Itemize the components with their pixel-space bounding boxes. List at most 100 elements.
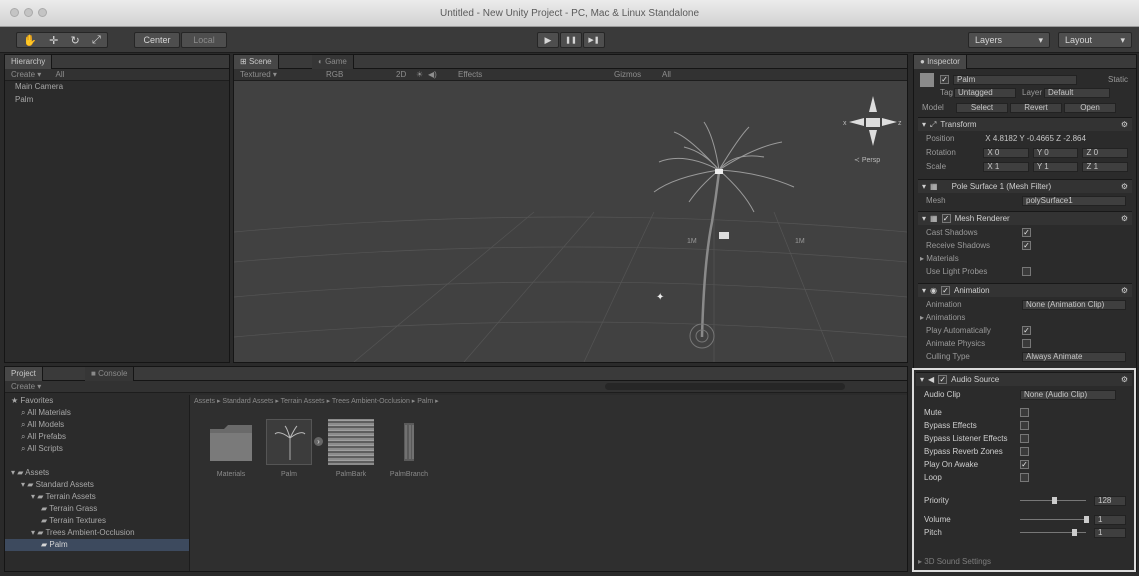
render-mode-dropdown[interactable]: RGB [326, 70, 343, 79]
project-tree-item[interactable]: ▾ ▰ Standard Assets [5, 479, 189, 491]
project-tree-item[interactable]: ▾ ▰ Assets [5, 467, 189, 479]
animations-foldout[interactable]: ▸ Animations [920, 313, 965, 322]
priority-slider-thumb[interactable] [1052, 497, 1057, 504]
pivot-toggle[interactable]: Center [134, 32, 180, 48]
scale-icon[interactable]: ⤢ [92, 34, 101, 47]
space-toggle[interactable]: Local [181, 32, 227, 48]
rotation-z-field[interactable]: Z 0 [1082, 147, 1129, 158]
light-probes-checkbox[interactable] [1022, 267, 1031, 276]
pause-button[interactable]: ❚❚ [560, 32, 582, 48]
audio-option-checkbox[interactable] [1020, 408, 1029, 417]
tag-dropdown[interactable]: Untagged [954, 87, 1016, 98]
play-auto-checkbox[interactable]: ✓ [1022, 326, 1031, 335]
gear-icon[interactable]: ⚙ [1121, 375, 1128, 384]
hierarchy-item[interactable]: Palm [5, 94, 229, 107]
audio-option-checkbox[interactable] [1020, 434, 1029, 443]
rotate-icon[interactable]: ↻ [71, 34, 80, 47]
volume-slider-thumb[interactable] [1084, 516, 1089, 523]
materials-foldout[interactable]: ▸ Materials [920, 254, 959, 263]
cast-shadows-checkbox[interactable]: ✓ [1022, 228, 1031, 237]
hierarchy-search[interactable]: All [55, 70, 64, 79]
layout-dropdown[interactable]: Layout ▾ [1058, 32, 1132, 48]
model-revert-button[interactable]: Revert [1010, 102, 1062, 113]
static-toggle[interactable]: Static [1108, 75, 1128, 84]
hierarchy-item[interactable]: Main Camera [5, 81, 229, 94]
project-tree-item[interactable]: ★ Favorites [5, 395, 189, 407]
audio-option-checkbox[interactable] [1020, 473, 1029, 482]
object-name-field[interactable]: Palm [953, 74, 1077, 85]
project-search-input[interactable] [605, 383, 845, 390]
model-open-button[interactable]: Open [1064, 102, 1116, 113]
project-tree-item[interactable]: ⌕ All Prefabs [5, 431, 189, 443]
asset-palm[interactable] [266, 419, 312, 465]
rotation-x-field[interactable]: X 0 [983, 147, 1029, 158]
audio-option-checkbox[interactable] [1020, 421, 1029, 430]
mesh-filter-header[interactable]: ▾ ▦ Pole Surface 1 (Mesh Filter) ⚙ [918, 179, 1132, 193]
tab-scene[interactable]: ⊞ Scene [234, 55, 279, 69]
tab-console[interactable]: ■ Console [85, 367, 135, 381]
move-icon[interactable]: ✛ [49, 34, 58, 47]
tab-project[interactable]: Project [5, 367, 43, 381]
step-button[interactable]: ▶❚ [583, 32, 605, 48]
gear-icon[interactable]: ⚙ [1121, 120, 1128, 129]
tab-inspector[interactable]: ● Inspector [914, 55, 967, 69]
project-tree-item[interactable]: ▰ Terrain Textures [5, 515, 189, 527]
gear-icon[interactable]: ⚙ [1121, 214, 1128, 223]
audio-option-checkbox[interactable] [1020, 447, 1029, 456]
asset-palmbranch[interactable] [386, 419, 432, 465]
active-checkbox[interactable]: ✓ [940, 75, 949, 84]
culling-type-dropdown[interactable]: Always Animate [1022, 351, 1126, 362]
project-tree-item[interactable]: ▰ Terrain Grass [5, 503, 189, 515]
lighting-icon[interactable]: ☀ [416, 70, 423, 79]
asset-palmbark[interactable] [328, 419, 374, 465]
scale-y-field[interactable]: Y 1 [1032, 161, 1079, 172]
tab-game[interactable]: ◐ Game [312, 55, 354, 69]
scale-x-field[interactable]: X 1 [983, 161, 1029, 172]
animation-header[interactable]: ▾ ◉ ✓ Animation ⚙ [918, 283, 1132, 297]
rotation-y-field[interactable]: Y 0 [1032, 147, 1079, 158]
mesh-renderer-enabled[interactable]: ✓ [941, 214, 951, 223]
animation-clip-field[interactable]: None (Animation Clip) [1022, 299, 1126, 310]
layers-dropdown[interactable]: Layers ▾ [968, 32, 1050, 48]
project-tree-item[interactable]: ▰ Palm [5, 539, 189, 551]
play-button[interactable]: ▶ [537, 32, 559, 48]
animate-physics-checkbox[interactable] [1022, 339, 1031, 348]
effects-dropdown[interactable]: Effects [458, 70, 482, 79]
volume-field[interactable]: 1 [1094, 514, 1126, 525]
mesh-field[interactable]: polySurface1 [1022, 195, 1126, 206]
model-select-button[interactable]: Select [956, 102, 1008, 113]
project-tree-item[interactable]: ⌕ All Materials [5, 407, 189, 419]
project-breadcrumb[interactable]: Assets ▸ Standard Assets ▸ Terrain Asset… [194, 397, 439, 405]
project-tree-item[interactable]: ⌕ All Scripts [5, 443, 189, 455]
scale-z-field[interactable]: Z 1 [1082, 161, 1129, 172]
asset-materials[interactable] [208, 419, 254, 465]
shading-dropdown[interactable]: Textured [240, 70, 271, 79]
scene-gizmo[interactable]: x z ≺ Persp [843, 96, 902, 164]
gear-icon[interactable]: ⚙ [1121, 182, 1128, 191]
priority-field[interactable]: 128 [1094, 495, 1126, 506]
project-tree-item[interactable]: ⌕ All Models [5, 419, 189, 431]
create-button[interactable]: Create [11, 70, 35, 79]
hand-icon[interactable]: ✋ [23, 34, 37, 47]
audio-source-enabled[interactable]: ✓ [938, 375, 948, 384]
position-field[interactable]: X 4.8182 Y -0.4665 Z -2.864 [982, 134, 1128, 144]
project-tree-item[interactable]: ▾ ▰ Terrain Assets [5, 491, 189, 503]
audio-clip-field[interactable]: None (Audio Clip) [1020, 389, 1116, 400]
expand-icon[interactable]: › [314, 437, 323, 446]
pitch-slider-thumb[interactable] [1072, 529, 1077, 536]
animation-enabled[interactable]: ✓ [941, 286, 950, 295]
gear-icon[interactable]: ⚙ [1121, 286, 1128, 295]
gizmos-dropdown[interactable]: Gizmos [614, 70, 641, 79]
volume-slider[interactable] [1020, 519, 1086, 520]
transform-header[interactable]: ▾ ⤢ Transform ⚙ [918, 117, 1132, 131]
palm-tree[interactable] [653, 121, 795, 349]
tab-hierarchy[interactable]: Hierarchy [5, 55, 53, 69]
create-button[interactable]: Create [11, 382, 35, 391]
project-tree-item[interactable]: ▾ ▰ Trees Ambient-Occlusion [5, 527, 189, 539]
scene-viewport[interactable]: 1M 1M ✦ x z ≺ Persp [234, 82, 907, 362]
2d-toggle[interactable]: 2D [396, 70, 406, 79]
receive-shadows-checkbox[interactable]: ✓ [1022, 241, 1031, 250]
audio-option-checkbox[interactable]: ✓ [1020, 460, 1029, 469]
audio-source-header[interactable]: ▾ ◀ ✓ Audio Source ⚙ [916, 372, 1132, 386]
transform-tools[interactable]: ✋ ✛ ↻ ⤢ [16, 32, 108, 48]
